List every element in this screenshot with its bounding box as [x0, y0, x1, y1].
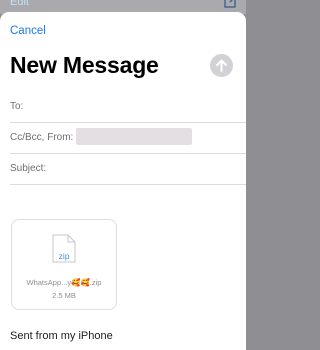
compose-icon: [224, 0, 238, 8]
subject-label: Subject:: [10, 163, 47, 174]
page-title: New Message: [10, 52, 159, 78]
subject-field[interactable]: Subject:: [10, 154, 246, 185]
attachment-filename: WhatsApp...y🥰🥰.zip: [26, 278, 102, 287]
to-field[interactable]: To:: [10, 92, 246, 123]
attachment-size: 2.5 MB: [52, 291, 76, 300]
cc-bcc-from-field[interactable]: Cc/Bcc, From:: [10, 123, 246, 154]
compose-sheet: Cancel New Message To: Cc/Bcc, From: Sub…: [0, 12, 246, 350]
email-signature[interactable]: Sent from my iPhone: [10, 330, 113, 342]
send-button[interactable]: [210, 54, 233, 77]
to-label: To:: [10, 101, 24, 112]
from-address-redacted[interactable]: [76, 128, 192, 145]
cc-bcc-from-label: Cc/Bcc, From:: [10, 132, 74, 143]
arrow-up-icon: [216, 59, 227, 72]
attachment-extension: zip: [58, 251, 70, 261]
background-edit-button: Edit: [10, 0, 29, 8]
attachment-card[interactable]: zip WhatsApp...y🥰🥰.zip 2.5 MB: [11, 219, 117, 310]
cancel-button[interactable]: Cancel: [10, 25, 46, 37]
